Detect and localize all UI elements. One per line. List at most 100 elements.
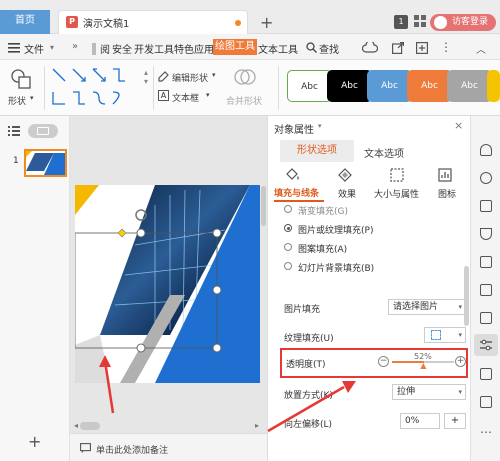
notes-bar[interactable]: 单击此处添加备注	[70, 433, 267, 461]
picture-fill-dropdown[interactable]: 请选择图片 ▾	[388, 299, 466, 315]
scroll-left-icon[interactable]	[92, 43, 96, 55]
tab-shape-options[interactable]: 形状选项	[280, 140, 354, 162]
vertical-scrollbar[interactable]	[261, 186, 266, 226]
animation-icon[interactable]	[480, 200, 492, 212]
style-preset-2[interactable]: Abc	[327, 70, 372, 102]
table-icon[interactable]	[480, 256, 492, 268]
placement-dropdown[interactable]: 拉伸 ▾	[392, 384, 466, 400]
add-slide-button[interactable]: +	[28, 432, 41, 451]
transparency-label: 透明度(T)	[286, 360, 326, 370]
collapse-ribbon-icon[interactable]: ︿	[476, 41, 486, 56]
offset-stepper[interactable]: +	[444, 413, 466, 429]
image-icon[interactable]	[480, 368, 492, 380]
menu-bar: 文件 ▾ » 阅 安全 开发工具 特色应用 绘图工具 文本工具 查找 ⋮ ︿	[0, 34, 500, 60]
style-preset-1[interactable]: Abc	[287, 70, 332, 102]
properties-active-button[interactable]	[474, 334, 498, 356]
style-preset-3[interactable]: Abc	[367, 70, 412, 102]
menu-text-tools[interactable]: 文本工具	[258, 41, 298, 56]
line-shapes-gallery[interactable]	[50, 66, 142, 110]
radio-pattern-fill[interactable]	[284, 243, 292, 251]
search-icon[interactable]	[306, 42, 317, 53]
export-icon[interactable]	[416, 42, 428, 54]
cloud-icon[interactable]	[362, 42, 378, 53]
effects-icon	[338, 168, 352, 182]
chart-bars-icon[interactable]	[480, 312, 492, 324]
slide-thumbnail-pane: 1 +	[0, 116, 70, 461]
decrease-transparency-button[interactable]: −	[378, 356, 389, 367]
merge-shapes-button: 合并形状	[226, 97, 263, 107]
annotation-arrow-diagonal	[267, 381, 356, 433]
fill-bucket-icon	[286, 168, 299, 180]
subtab-underline	[274, 200, 324, 202]
menu-drawing-tools[interactable]: 绘图工具	[213, 39, 257, 55]
scroll-right-icon[interactable]: ▸	[255, 421, 259, 430]
panel-title[interactable]: 对象属性	[274, 121, 314, 136]
increase-transparency-button[interactable]: +	[455, 356, 466, 367]
picture-fill-label: 图片填充	[284, 305, 321, 315]
slide[interactable]	[75, 185, 260, 383]
radio-gradient-fill[interactable]	[284, 205, 292, 213]
subtab-size-properties[interactable]: 大小与属性	[374, 187, 419, 200]
scroll-left-icon[interactable]: ◂	[74, 421, 78, 430]
hamburger-icon[interactable]	[8, 43, 20, 53]
chevron-down-icon[interactable]: ▾	[212, 71, 216, 79]
menu-special-apps[interactable]: 特色应用	[174, 41, 214, 56]
chevron-down-icon[interactable]: ▾	[50, 43, 54, 52]
outline-view-icon[interactable]	[8, 126, 20, 136]
share-icon[interactable]	[392, 42, 404, 54]
shape-icon[interactable]	[10, 68, 32, 90]
menu-file[interactable]: 文件	[24, 41, 44, 56]
text-box-button[interactable]: 文本框	[172, 91, 199, 104]
panel-scrollbar[interactable]	[464, 266, 469, 326]
menu-more[interactable]: »	[72, 41, 78, 52]
offset-left-input[interactable]: 0%	[400, 413, 440, 429]
size-properties-icon	[390, 168, 404, 182]
menu-security[interactable]: 安全	[112, 41, 132, 56]
gallery-scroll-icon[interactable]: ▴ ▾	[144, 68, 148, 86]
style-preset-5[interactable]: Abc	[447, 70, 492, 102]
subtab-effects[interactable]: 效果	[338, 187, 356, 200]
edit-shape-button[interactable]: 编辑形状	[172, 71, 208, 84]
style-preset-4[interactable]: Abc	[407, 70, 452, 102]
shape-button[interactable]: 形状	[8, 94, 26, 107]
add-note-placeholder[interactable]: 单击此处添加备注	[96, 443, 168, 456]
slide-thumbnail[interactable]	[24, 149, 67, 177]
slide-view-icon	[37, 127, 49, 135]
window-count-badge[interactable]: 1	[394, 15, 408, 29]
option-gradient-fill[interactable]: 渐变填充(G)	[298, 204, 348, 217]
horizontal-scrollbar[interactable]	[80, 422, 100, 430]
option-picture-fill[interactable]: 图片或纹理填充(P)	[298, 223, 373, 236]
menu-review[interactable]: 阅	[100, 41, 110, 56]
transparency-slider-thumb[interactable]: ▲	[420, 361, 426, 370]
chevron-down-icon[interactable]: ▾	[318, 122, 322, 130]
style-icon[interactable]	[480, 172, 492, 184]
more-icon[interactable]: ⋯	[480, 426, 492, 438]
offset-left-value: 0%	[405, 416, 420, 426]
radio-picture-fill[interactable]	[284, 224, 292, 232]
more-options-icon[interactable]: ⋮	[440, 40, 452, 54]
apps-grid-icon[interactable]	[414, 15, 426, 27]
option-slide-bg-fill[interactable]: 幻灯片背景填充(B)	[298, 261, 374, 274]
chevron-down-icon[interactable]: ▾	[206, 91, 210, 99]
close-icon[interactable]: ×	[454, 119, 463, 132]
search-label[interactable]: 查找	[319, 41, 339, 56]
subtab-icons[interactable]: 图标	[438, 187, 456, 200]
chevron-down-icon: ▾	[458, 388, 462, 396]
layout-icon[interactable]	[480, 284, 492, 296]
new-tab-button[interactable]: +	[260, 13, 273, 32]
texture-fill-dropdown[interactable]: ▾	[424, 327, 466, 343]
chevron-down-icon[interactable]: ▾	[30, 94, 34, 102]
style-preset-6[interactable]	[487, 70, 500, 102]
pin-icon[interactable]	[480, 144, 492, 156]
slide-artwork	[75, 185, 260, 383]
tab-text-options[interactable]: 文本选项	[364, 145, 404, 160]
menu-dev-tools[interactable]: 开发工具	[134, 41, 174, 56]
subtab-fill-line[interactable]: 填充与线条	[274, 186, 319, 199]
dropbox-icon[interactable]	[480, 396, 492, 408]
slide-view-toggle[interactable]	[28, 124, 58, 138]
tab-document[interactable]: P 演示文稿1	[58, 10, 248, 34]
shape-fill-icon[interactable]	[480, 228, 492, 240]
tab-home[interactable]: 首页	[0, 10, 50, 34]
option-pattern-fill[interactable]: 图案填充(A)	[298, 242, 347, 255]
radio-slide-bg-fill[interactable]	[284, 262, 292, 270]
